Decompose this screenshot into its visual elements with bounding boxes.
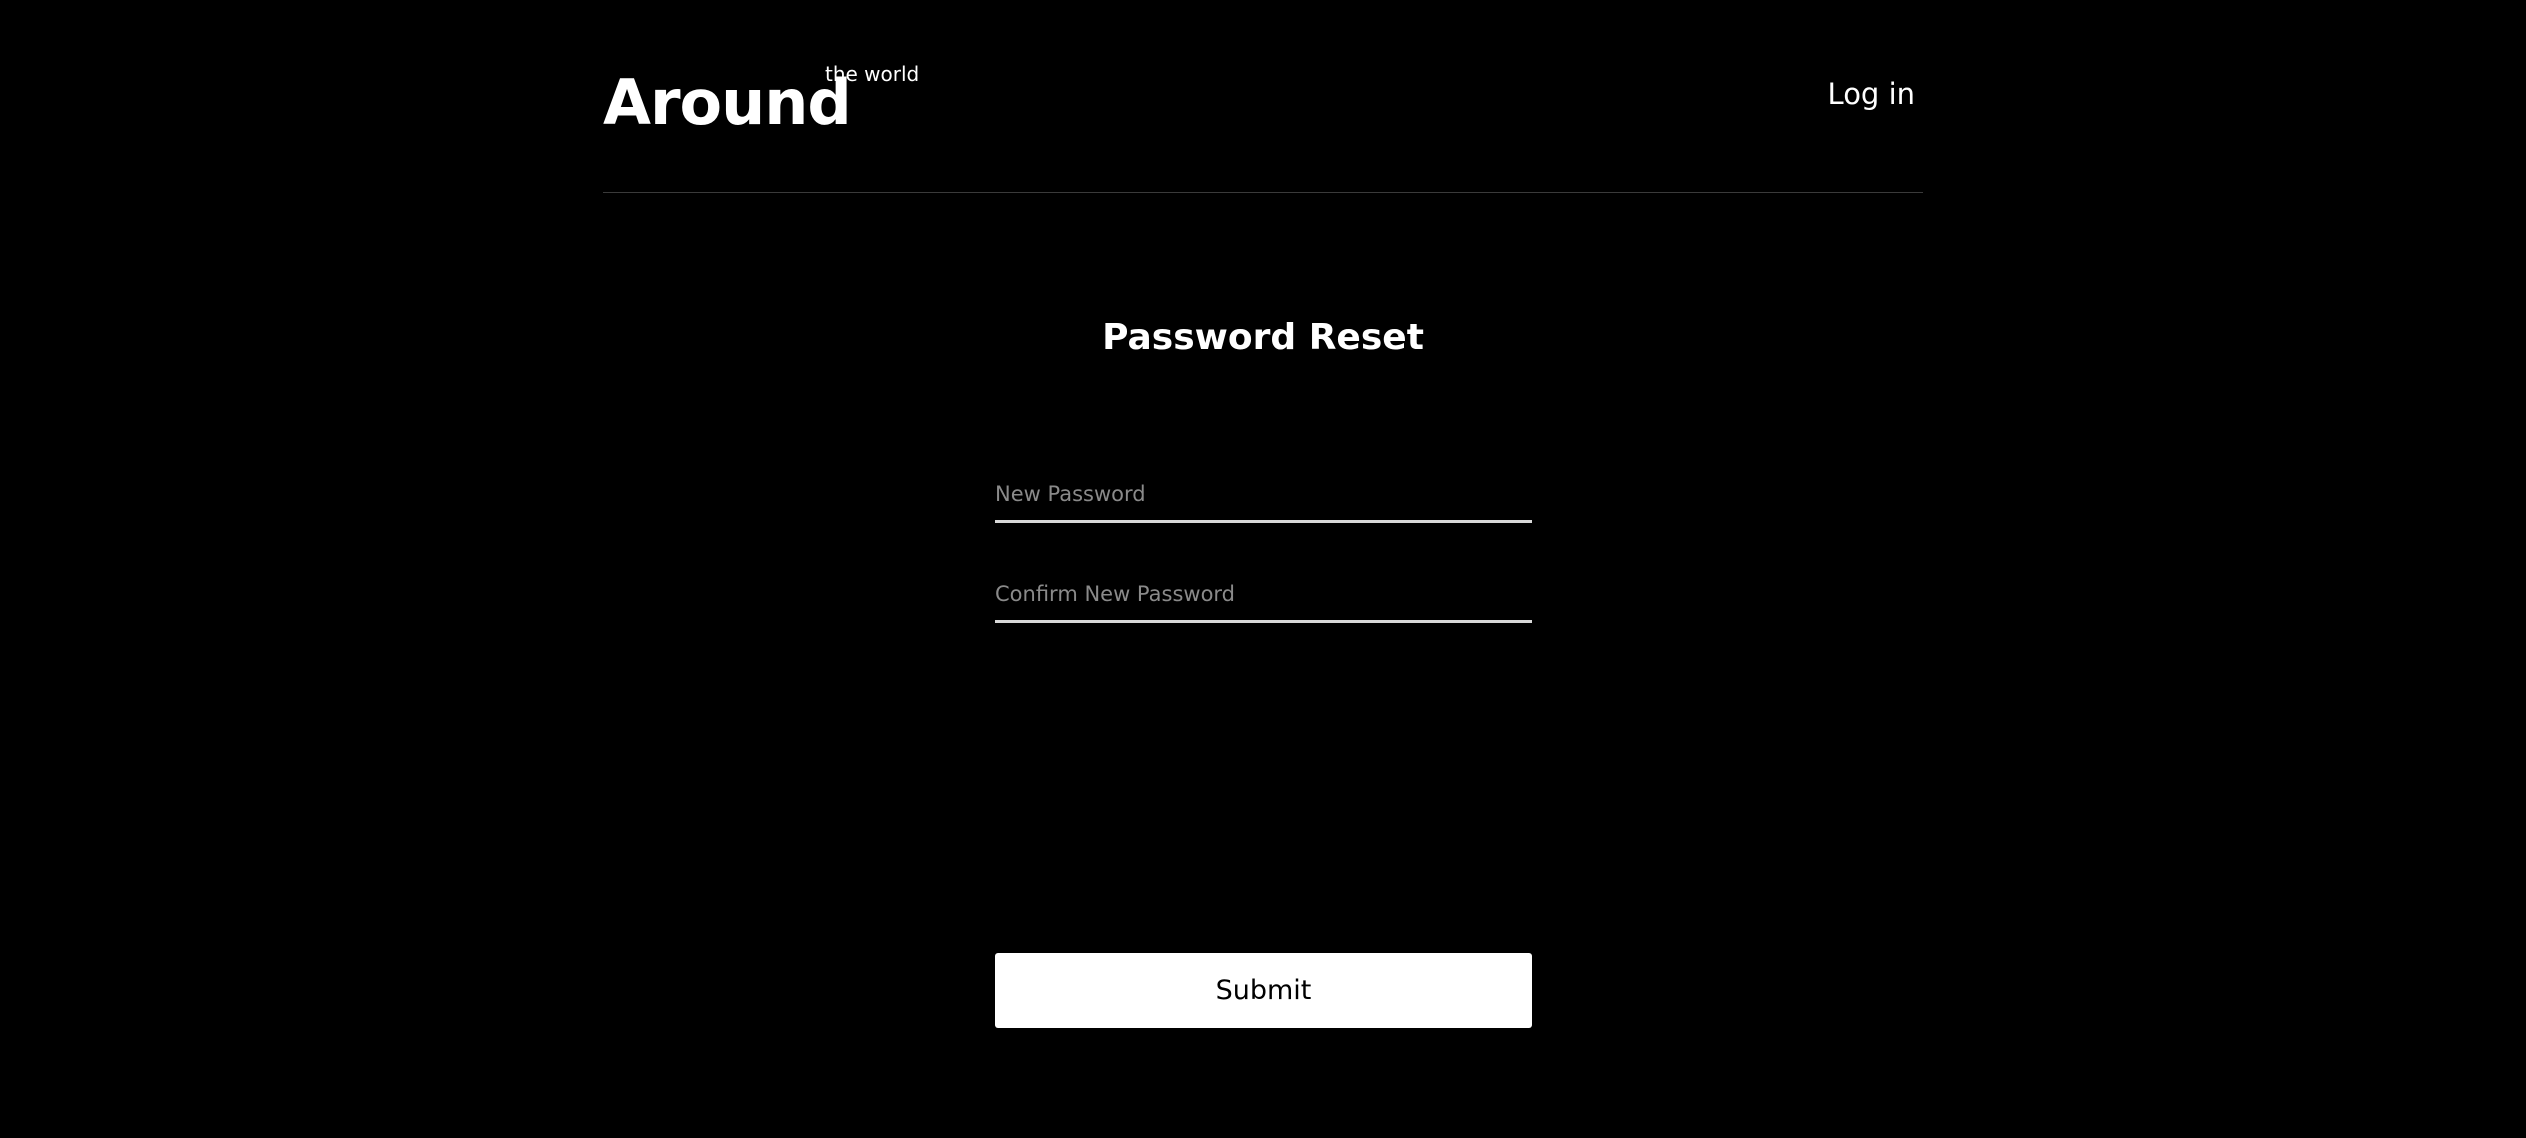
logo-title: Around <box>603 66 852 139</box>
logo-tagline: the world <box>825 62 920 86</box>
page: Around the world Log in Password Reset S… <box>0 0 2526 1138</box>
page-title: Password Reset <box>1102 317 1424 358</box>
site-header: Around the world Log in <box>603 0 1923 193</box>
new-password-input[interactable] <box>995 468 1532 520</box>
confirm-password-input[interactable] <box>995 568 1532 620</box>
new-password-field <box>995 468 1532 523</box>
submit-button[interactable]: Submit <box>995 953 1532 1028</box>
login-link[interactable]: Log in <box>1828 80 1915 109</box>
confirm-password-field <box>995 568 1532 623</box>
